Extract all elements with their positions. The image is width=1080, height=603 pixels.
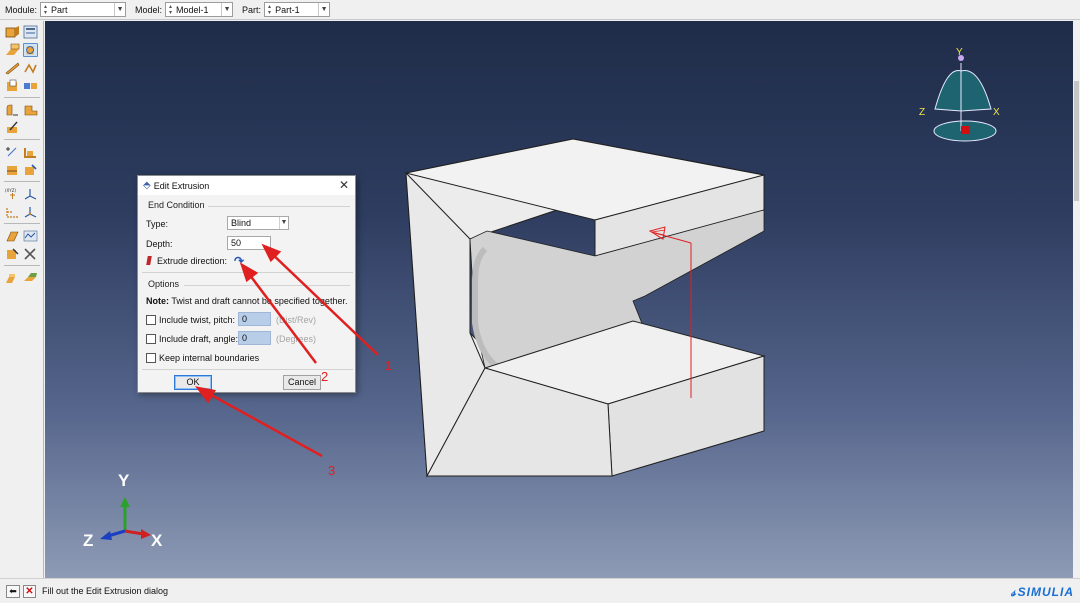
type-label: Type: [146, 219, 169, 229]
options-group: Options [148, 279, 180, 289]
datum-axis-icon[interactable] [23, 187, 38, 201]
draft-unit: (Degrees) [276, 334, 317, 344]
edit-extrusion-dialog: ⬘ Edit Extrusion ✕ End Condition Type: B… [137, 175, 356, 393]
instance-icon[interactable] [23, 271, 38, 285]
part-value: Part-1 [275, 4, 300, 15]
back-arrow-icon[interactable]: ⬅ [6, 584, 20, 598]
spin-icon: ▴ ▾ [44, 3, 48, 16]
virtual-topology-icon[interactable] [23, 229, 38, 243]
type-value: Blind [231, 218, 252, 228]
scrollbar[interactable] [1073, 21, 1080, 578]
chevron-down-icon[interactable]: ▼ [221, 3, 232, 16]
depth-label: Depth: [146, 239, 173, 249]
triad-top-x: X [993, 107, 1000, 118]
repair-icon[interactable] [23, 163, 38, 177]
status-prompt: Fill out the Edit Extrusion dialog [42, 586, 169, 596]
depth-input[interactable]: 50 [227, 236, 271, 250]
datum-csys-icon[interactable] [23, 205, 38, 219]
toolbox: (XYZ) [0, 21, 44, 578]
partition-face-icon[interactable] [5, 145, 20, 159]
tools-icon[interactable] [23, 247, 38, 261]
flip-direction-icon[interactable]: ↷ [234, 254, 244, 268]
keep-boundaries-checkbox[interactable] [146, 353, 156, 363]
model-select[interactable]: ▴ ▾ Model-1 ▼ [165, 2, 234, 17]
include-twist-checkbox[interactable] [146, 315, 156, 325]
chevron-down-icon[interactable]: ▼ [114, 3, 125, 16]
merge-icon[interactable] [5, 271, 20, 285]
dialog-title: Edit Extrusion [153, 180, 210, 191]
query-icon[interactable] [5, 247, 20, 261]
keep-boundaries-label: Keep internal boundaries [159, 353, 260, 363]
shell-extrude-icon[interactable] [5, 61, 20, 75]
close-icon[interactable]: ✕ [339, 178, 349, 192]
wire-icon[interactable] [23, 61, 38, 75]
svg-text:(XYZ): (XYZ) [5, 188, 16, 193]
twist-pitch-input[interactable]: 0 [238, 312, 271, 326]
note-text: Twist and draft cannot be specified toge… [171, 296, 348, 306]
simulia-logo: 𝓈SIMULIA [1011, 584, 1074, 600]
part-select[interactable]: ▴ ▾ Part-1 ▼ [264, 2, 331, 17]
partition-cell-icon[interactable] [5, 163, 20, 177]
chamfer-icon[interactable] [23, 103, 38, 117]
extrude-dialog-icon: ⬘ [143, 180, 151, 191]
datum-point-icon[interactable]: (XYZ) [5, 187, 20, 201]
module-select[interactable]: ▴ ▾ Part ▼ [40, 2, 127, 17]
csys-y: Y [118, 471, 130, 490]
view-triad: Y X Z [919, 47, 1000, 142]
spin-icon: ▴ ▾ [169, 3, 173, 16]
model-label: Model: [135, 4, 163, 15]
part-label: Part: [242, 4, 262, 15]
twist-label: Include twist, pitch: [159, 315, 236, 325]
triad-top-z: Z [919, 107, 925, 118]
cut-extrude-icon[interactable] [5, 79, 20, 93]
csys-triad: Y X Z [83, 471, 163, 550]
set-icon[interactable] [5, 229, 20, 243]
model-value: Model-1 [176, 4, 209, 15]
chevron-down-icon[interactable]: ▼ [279, 217, 288, 229]
spin-icon: ▴ ▾ [268, 3, 272, 16]
partition-edge-icon[interactable] [23, 145, 38, 159]
cancel-button[interactable]: Cancel [283, 375, 321, 390]
datum-plane-icon[interactable] [5, 205, 20, 219]
end-condition-group: End Condition [148, 200, 205, 210]
solid-revolve-icon[interactable] [23, 43, 38, 57]
dialog-titlebar[interactable]: ⬘ Edit Extrusion ✕ [138, 176, 355, 195]
sketch-icon[interactable] [5, 121, 20, 135]
solid-extrude-icon[interactable] [5, 43, 20, 57]
chevron-down-icon[interactable]: ▼ [318, 3, 329, 16]
cancel-procedure-icon[interactable]: ✕ [23, 584, 36, 598]
context-bar: Module: ▴ ▾ Part ▼ Model: ▴ ▾ Model-1 ▼ Pa… [0, 0, 1080, 20]
extrude-direction-marker-icon [146, 256, 152, 265]
brand-name: SIMULIA [1017, 585, 1074, 599]
module-value: Part [51, 4, 68, 15]
extrude-direction-label: Extrude direction: [157, 256, 228, 266]
module-label: Module: [5, 4, 38, 15]
triad-top-y: Y [956, 47, 963, 58]
blend-icon[interactable] [23, 79, 38, 93]
ok-button[interactable]: OK [174, 375, 212, 390]
csys-z: Z [83, 531, 93, 550]
note-bold: Note: [146, 296, 169, 306]
draft-angle-input[interactable]: 0 [238, 331, 271, 345]
create-part-icon[interactable] [5, 25, 20, 39]
status-bar: ⬅ ✕ Fill out the Edit Extrusion dialog 𝓈… [0, 578, 1080, 603]
twist-unit: (Dist/Rev) [276, 315, 316, 325]
ds-logo-icon: 𝓈 [1010, 584, 1017, 599]
round-fillet-icon[interactable] [5, 103, 20, 117]
csys-x: X [151, 531, 163, 550]
draft-label: Include draft, angle: [159, 334, 239, 344]
type-select[interactable]: Blind ▼ [227, 216, 289, 230]
include-draft-checkbox[interactable] [146, 334, 156, 344]
part-manager-icon[interactable] [23, 25, 38, 39]
